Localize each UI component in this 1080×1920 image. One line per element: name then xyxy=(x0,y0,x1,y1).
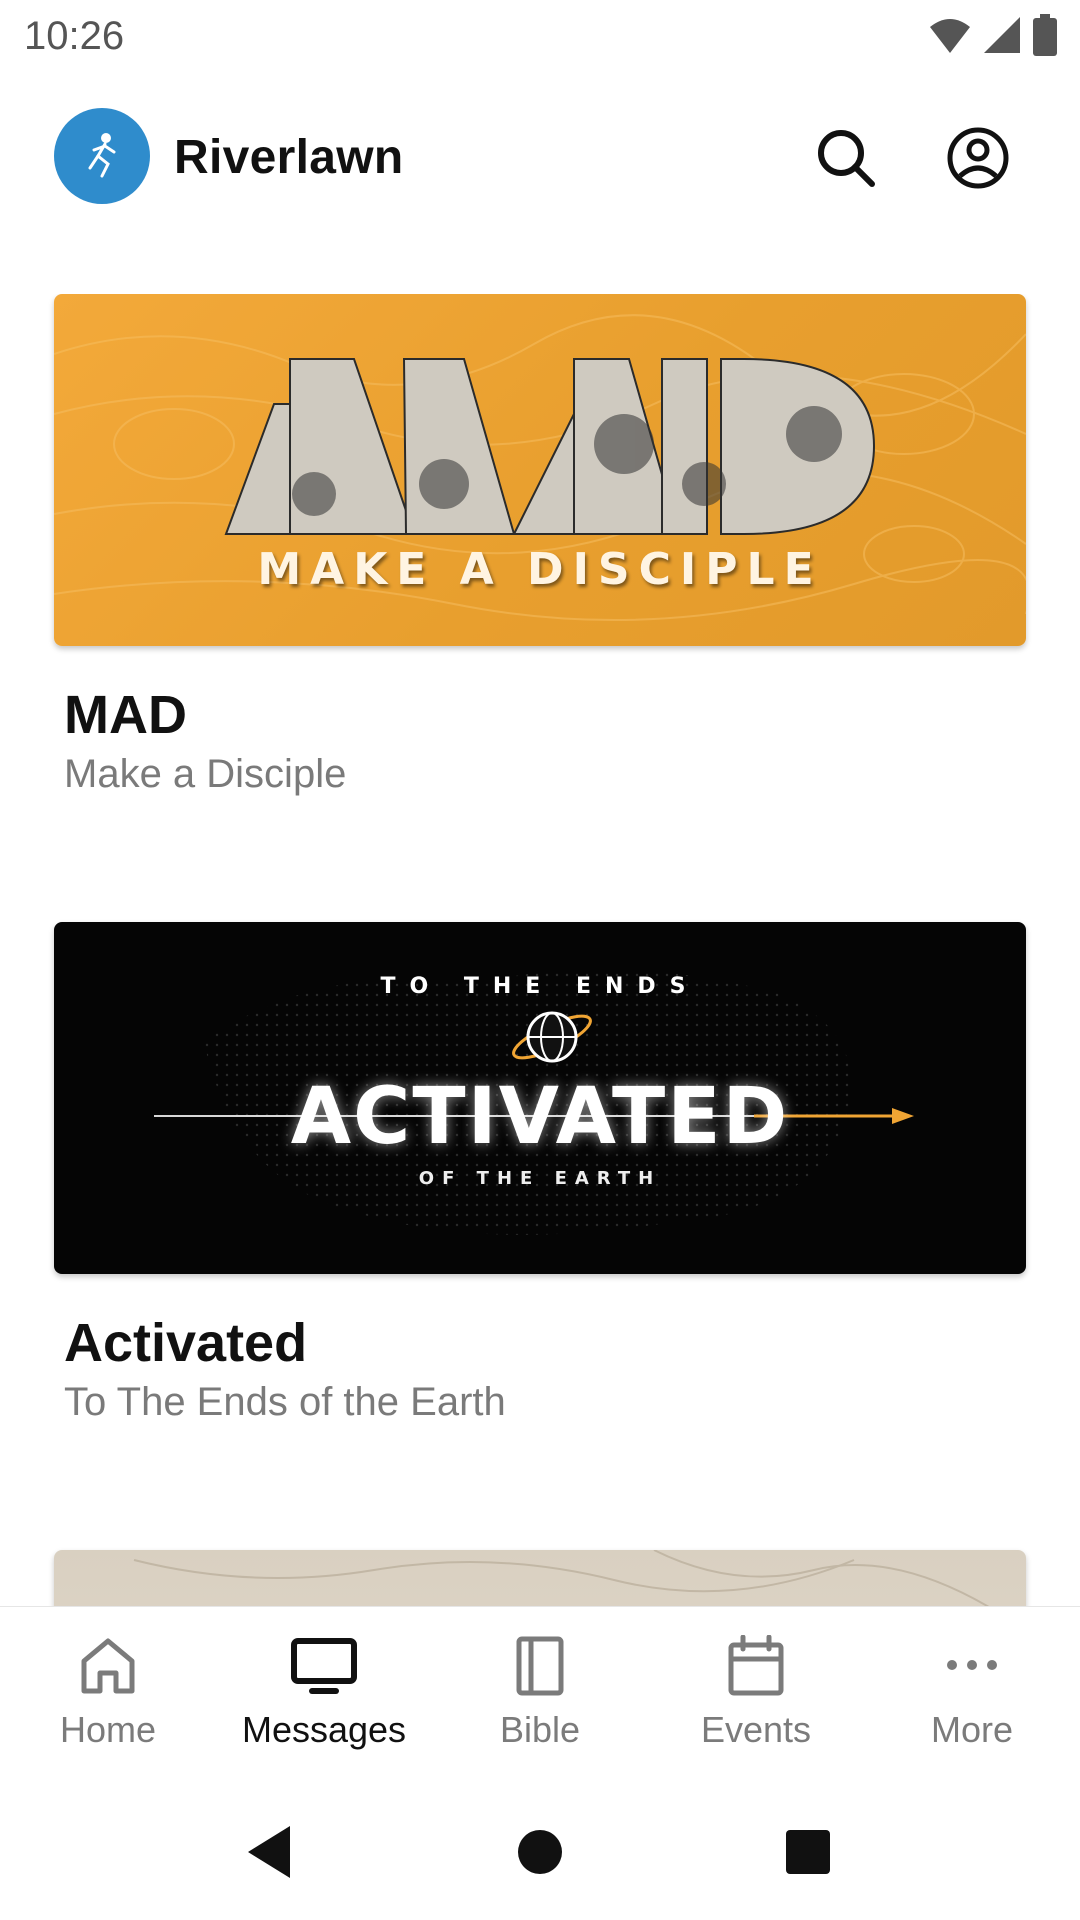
back-triangle-icon xyxy=(248,1826,290,1878)
series-banner-mad[interactable]: MAKE A DISCIPLE xyxy=(54,294,1026,646)
wifi-icon xyxy=(930,19,970,53)
cell-signal-icon xyxy=(984,17,1020,53)
app-title: Riverlawn xyxy=(174,131,404,184)
account-circle-icon xyxy=(947,127,1009,189)
profile-button[interactable] xyxy=(946,126,1010,190)
search-button[interactable] xyxy=(814,126,878,190)
status-icons xyxy=(928,14,1058,56)
nav-more[interactable]: More xyxy=(864,1635,1080,1775)
status-bar: 10:26 xyxy=(0,0,1080,74)
activated-banner-main: ACTIVATED xyxy=(290,1072,790,1162)
map-artwork xyxy=(133,1550,990,1606)
series-title: Activated xyxy=(64,1313,308,1373)
app-header: Riverlawn xyxy=(0,96,1080,216)
system-navigation xyxy=(0,1786,1080,1920)
church-logo[interactable] xyxy=(54,108,150,204)
search-icon xyxy=(818,130,875,187)
series-title: MAD xyxy=(64,685,187,745)
activated-banner-bottom: OF THE EARTH xyxy=(418,1168,662,1189)
home-circle-icon xyxy=(518,1830,562,1874)
more-icon xyxy=(947,1660,997,1670)
nav-bible[interactable]: Bible xyxy=(432,1635,648,1775)
calendar-icon xyxy=(728,1635,784,1696)
nav-more-label: More xyxy=(930,1709,1014,1750)
series-card-mad[interactable]: MAKE A DISCIPLE MAD Make a Disciple xyxy=(54,294,1026,796)
bottom-navigation: Home Messages Bible Events More xyxy=(0,1606,1080,1787)
runner-logo-icon xyxy=(88,133,116,178)
series-card-activated[interactable]: TO THE ENDS ACTIVATED OF THE EARTH Activ… xyxy=(54,922,1026,1424)
nav-bible-label: Bible xyxy=(499,1709,581,1750)
series-subtitle: To The Ends of the Earth xyxy=(64,1380,506,1424)
mad-banner-text: MAKE A DISCIPLE xyxy=(257,544,823,595)
nav-events[interactable]: Events xyxy=(648,1635,864,1775)
nav-events-label: Events xyxy=(700,1709,812,1750)
nav-home[interactable]: Home xyxy=(0,1635,216,1775)
home-icon xyxy=(81,1638,135,1694)
recents-square-icon xyxy=(786,1830,830,1874)
series-subtitle: Make a Disciple xyxy=(64,752,347,796)
back-button[interactable] xyxy=(240,1820,304,1884)
series-feed[interactable]: MAKE A DISCIPLE MAD Make a Disciple TO T… xyxy=(0,294,1080,1606)
series-banner-activated[interactable]: TO THE ENDS ACTIVATED OF THE EARTH xyxy=(54,922,1026,1274)
nav-home-label: Home xyxy=(59,1709,157,1750)
status-time: 10:26 xyxy=(24,14,125,58)
nav-messages-label: Messages xyxy=(241,1709,407,1750)
book-icon xyxy=(516,1636,564,1696)
recents-button[interactable] xyxy=(776,1820,840,1884)
tv-icon xyxy=(291,1638,357,1694)
series-card-3[interactable] xyxy=(54,1550,1026,1606)
home-system-button[interactable] xyxy=(508,1820,572,1884)
nav-messages[interactable]: Messages xyxy=(216,1635,432,1775)
battery-icon xyxy=(1033,14,1057,56)
activated-banner-top: TO THE ENDS xyxy=(380,974,700,999)
series-banner-map[interactable] xyxy=(54,1550,1026,1606)
